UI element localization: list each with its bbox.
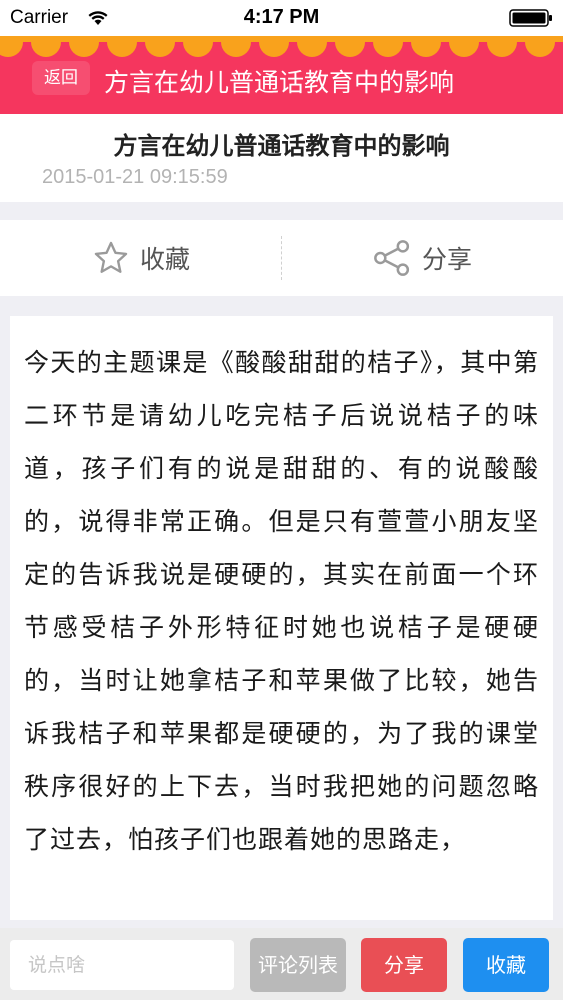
status-bar: Carrier 4:17 PM	[0, 0, 563, 36]
battery-icon	[509, 9, 552, 27]
scallop-border	[0, 36, 563, 57]
page-title: 方言在幼儿普通话教育中的影响	[104, 68, 455, 97]
share-icon	[374, 240, 410, 276]
clock: 4:17 PM	[243, 6, 320, 28]
favorite-action-label: 收藏	[140, 245, 191, 274]
divider	[281, 236, 282, 280]
article-title: 方言在幼儿普通话教育中的影响	[113, 132, 450, 160]
article-header: 方言在幼儿普通话教育中的影响 2015-01-21 09:15:59	[0, 114, 563, 202]
article-body-text: 今天的主题课是《酸酸甜甜的桔子》，其中第二环节是请幼儿吃完桔子后说说桔子的味道，…	[24, 348, 539, 854]
comment-list-button[interactable]: 评论列表	[250, 938, 346, 992]
share-action-label: 分享	[422, 245, 473, 274]
favorite-button[interactable]: 收藏	[463, 938, 549, 992]
article-date: 2015-01-21 09:15:59	[42, 166, 228, 188]
star-icon	[94, 241, 128, 273]
back-button[interactable]: 返回	[32, 61, 90, 95]
favorite-action-button[interactable]: 收藏	[92, 220, 190, 296]
share-action-button[interactable]: 分享	[372, 220, 472, 296]
nav-header: 返回 方言在幼儿普通话教育中的影响	[0, 36, 563, 114]
bottom-toolbar: 评论列表 分享 收藏	[0, 928, 563, 1000]
article-content: 今天的主题课是《酸酸甜甜的桔子》，其中第二环节是请幼儿吃完桔子后说说桔子的味道，…	[10, 316, 553, 920]
share-button[interactable]: 分享	[361, 938, 447, 992]
action-row: 收藏 分享	[0, 220, 563, 296]
comment-input[interactable]	[10, 940, 234, 990]
